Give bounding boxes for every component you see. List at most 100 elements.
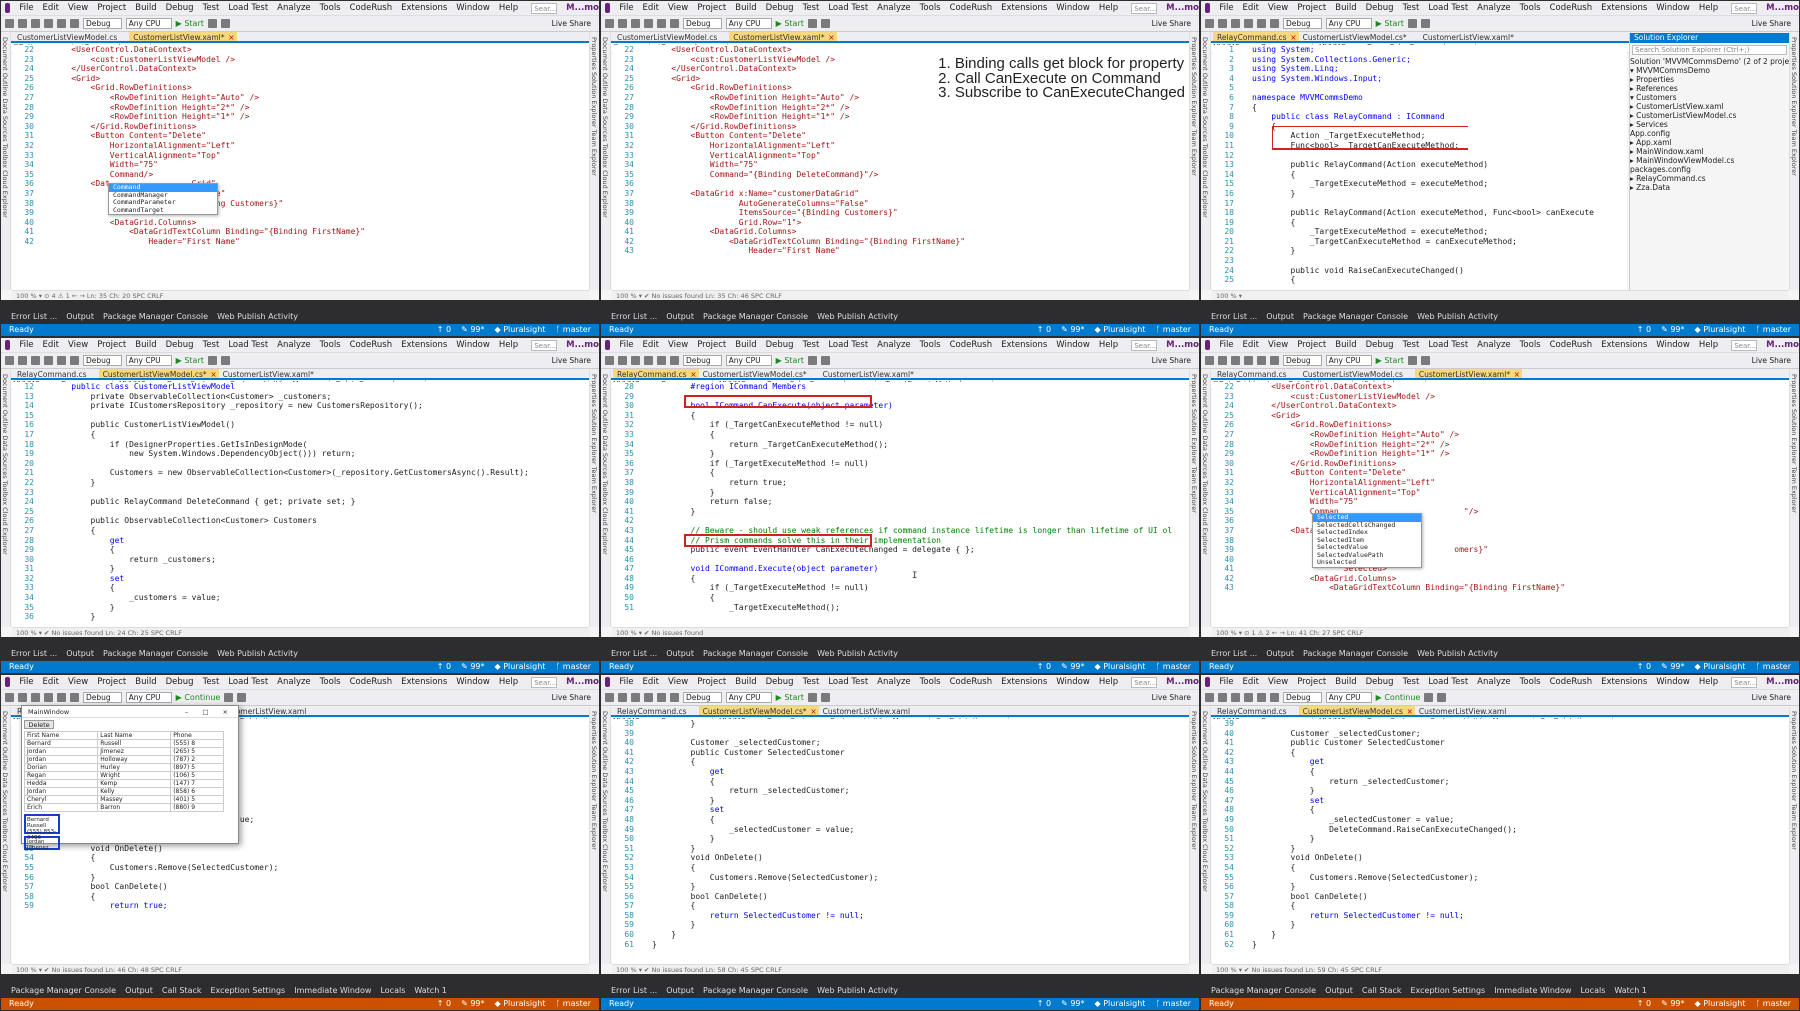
config-dropdown[interactable]: Debug (83, 355, 122, 366)
menu-item-window[interactable]: Window (456, 3, 490, 13)
save-icon[interactable] (31, 356, 40, 365)
status-item[interactable]: ↑ 0 (1037, 998, 1051, 1010)
menu-item-help[interactable]: Help (1099, 3, 1118, 13)
tool-icon[interactable] (807, 356, 817, 365)
status-item[interactable]: ◆ Pluralsight (1095, 998, 1146, 1010)
menu-item-tools[interactable]: Tools (320, 340, 341, 350)
tool-icon[interactable] (224, 693, 234, 702)
menu-item-edit[interactable]: Edit (43, 3, 59, 13)
tool-window-tab[interactable]: Package Manager Console (703, 986, 808, 995)
save-all-icon[interactable] (644, 356, 653, 365)
grid-cell[interactable]: Russell (97, 739, 172, 748)
grid-row[interactable]: Jordan Jimenez (265) 5 (23, 747, 224, 756)
side-tool-labels[interactable]: Document Outline Data Sources Toolbox Cl… (1, 707, 9, 892)
status-item[interactable]: ✎ 99* (1061, 324, 1084, 336)
tool-window-tab[interactable]: Output (1266, 649, 1294, 658)
redo-icon[interactable] (670, 19, 679, 28)
tool-window-tab[interactable]: Output (1325, 986, 1353, 995)
code-editor[interactable]: 22 <UserControl.DataContext> 23 <cust:Cus… (12, 45, 589, 290)
side-tool-labels[interactable]: Document Outline Data Sources Toolbox Cl… (1201, 33, 1209, 218)
menu-item-view[interactable]: View (1268, 340, 1288, 350)
code-editor[interactable]: 22 <UserControl.DataContext> 23 <cust:Cus… (1212, 382, 1789, 627)
menu-item-extensions[interactable]: Extensions (401, 677, 447, 687)
side-tool-labels[interactable]: Document Outline Data Sources Toolbox Cl… (1, 33, 9, 218)
search-box[interactable]: Sear... (1731, 339, 1758, 351)
save-all-icon[interactable] (44, 356, 53, 365)
document-tab[interactable]: CustomerListView.xaml (819, 706, 922, 715)
platform-dropdown[interactable]: Any CPU (125, 355, 172, 366)
tool-window-tab[interactable]: Call Stack (1362, 986, 1402, 995)
grid-cell[interactable]: (880) 9 (170, 803, 224, 812)
menu-item-tools[interactable]: Tools (320, 677, 341, 687)
close-icon[interactable]: × (1290, 32, 1296, 41)
config-dropdown[interactable]: Debug (83, 18, 122, 29)
tool-icon[interactable] (1407, 19, 1417, 28)
side-tool-labels[interactable]: Properties Solution Explorer Team Explor… (590, 370, 598, 513)
menu-item-view[interactable]: View (1268, 677, 1288, 687)
menu-item-test[interactable]: Test (803, 677, 820, 687)
code-editor[interactable]: 12 public class CustomerListViewModel 13 … (12, 382, 589, 627)
menu-item-file[interactable]: File (19, 340, 33, 350)
close-icon[interactable]: × (690, 369, 696, 378)
menu-item-window[interactable]: Window (1656, 677, 1690, 687)
document-tab[interactable]: CustomerListViewModel.cs* × (98, 369, 219, 378)
tool-window-tab[interactable]: Output (1266, 312, 1294, 321)
start-button[interactable]: ▶ Start (176, 19, 204, 28)
menu-item-file[interactable]: File (619, 677, 633, 687)
menu-item-tools[interactable]: Tools (1520, 340, 1541, 350)
menu-item-load-test[interactable]: Load Test (1428, 3, 1468, 13)
menu-item-debug[interactable]: Debug (766, 3, 794, 13)
menu-item-window[interactable]: Window (1656, 340, 1690, 350)
side-tool-labels[interactable]: Document Outline Data Sources Toolbox Cl… (1201, 707, 1209, 892)
menu-item-load-test[interactable]: Load Test (1428, 340, 1468, 350)
undo-icon[interactable] (657, 693, 666, 702)
status-item[interactable]: ✎ 99* (1061, 998, 1084, 1010)
status-item[interactable]: ᚴ master (1755, 324, 1791, 336)
config-dropdown[interactable]: Debug (683, 18, 722, 29)
platform-dropdown[interactable]: Any CPU (1325, 18, 1372, 29)
menu-item-coderush[interactable]: CodeRush (350, 340, 393, 350)
menu-item-load-test[interactable]: Load Test (228, 3, 268, 13)
menu-item-edit[interactable]: Edit (643, 677, 659, 687)
status-item[interactable]: ↑ 0 (1637, 324, 1651, 336)
back-icon[interactable] (1205, 356, 1214, 365)
menu-item-coderush[interactable]: CodeRush (350, 3, 393, 13)
close-icon[interactable]: × (828, 32, 834, 41)
save-icon[interactable] (631, 19, 640, 28)
document-tab[interactable]: CustomerListViewModel.cs × (1298, 706, 1415, 715)
tool-window-tab[interactable]: Error List ... (1211, 312, 1257, 321)
menu-item-project[interactable]: Project (697, 677, 726, 687)
menu-item-file[interactable]: File (1219, 677, 1233, 687)
solution-tree-item[interactable]: ▸ CustomerListViewModel.cs (1630, 111, 1789, 120)
status-item[interactable]: ↑ 0 (437, 324, 451, 336)
live-share-button[interactable]: Live Share (552, 693, 599, 702)
save-icon[interactable] (1231, 19, 1240, 28)
tool-window-tab[interactable]: Locals (1580, 986, 1605, 995)
back-icon[interactable] (1205, 19, 1214, 28)
back-icon[interactable] (605, 693, 614, 702)
live-share-button[interactable]: Live Share (1152, 356, 1199, 365)
side-tool-labels[interactable]: Properties Solution Explorer Team Explor… (590, 33, 598, 176)
menu-item-edit[interactable]: Edit (43, 677, 59, 687)
status-item[interactable]: ◆ Pluralsight (1695, 661, 1746, 673)
grid-cell[interactable]: Jordan (23, 755, 99, 764)
platform-dropdown[interactable]: Any CPU (125, 18, 172, 29)
menu-item-build[interactable]: Build (1335, 340, 1356, 350)
tool-window-tab[interactable]: Output (66, 649, 94, 658)
save-all-icon[interactable] (44, 693, 53, 702)
close-icon[interactable]: × (1514, 369, 1520, 378)
document-tab[interactable]: CustomerListView.xaml* × (1414, 369, 1523, 378)
grid-row[interactable]: Regan Wright (106) 5 (23, 771, 224, 780)
grid-row[interactable]: Bernard Russell (555) 8 (23, 739, 224, 748)
solution-tree-item[interactable]: ▸ MainWindowViewModel.cs (1630, 156, 1789, 165)
save-all-icon[interactable] (1244, 19, 1253, 28)
search-box[interactable]: Sear... (1731, 2, 1758, 14)
side-tool-labels[interactable]: Properties Solution Explorer Team Explor… (1190, 370, 1198, 513)
tool-window-tab[interactable]: Watch 1 (1614, 986, 1647, 995)
menu-item-edit[interactable]: Edit (1243, 3, 1259, 13)
menu-item-debug[interactable]: Debug (766, 677, 794, 687)
back-icon[interactable] (1205, 693, 1214, 702)
tool-icon[interactable] (820, 19, 830, 28)
config-dropdown[interactable]: Debug (1283, 355, 1322, 366)
tool-window-tab[interactable]: Package Manager Console (703, 312, 808, 321)
